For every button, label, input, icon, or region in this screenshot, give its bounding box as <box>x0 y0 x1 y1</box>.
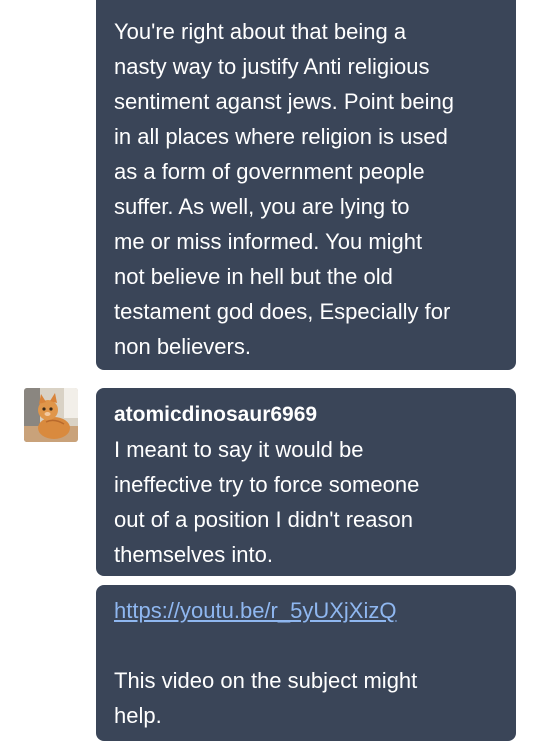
message-text: This video on the subject might help. <box>114 668 418 728</box>
message-text: You're right about that being a nasty wa… <box>114 19 454 359</box>
sender-name[interactable]: atomicdinosaur6969 <box>114 400 498 430</box>
avatar[interactable] <box>24 388 78 442</box>
video-link[interactable]: https://youtu.be/r_5yUXjXizQ <box>114 593 498 628</box>
cat-photo-icon <box>24 388 78 442</box>
message-bubble-outgoing: atomicdinosaur6969 I meant to say it wou… <box>96 388 516 576</box>
message-bubble-incoming: You're right about that being a nasty wa… <box>96 0 516 370</box>
message-bubble-outgoing-link: https://youtu.be/r_5yUXjXizQ This video … <box>96 585 516 741</box>
message-text: I meant to say it would be ineffective t… <box>114 437 420 567</box>
message-spacer <box>114 628 498 663</box>
